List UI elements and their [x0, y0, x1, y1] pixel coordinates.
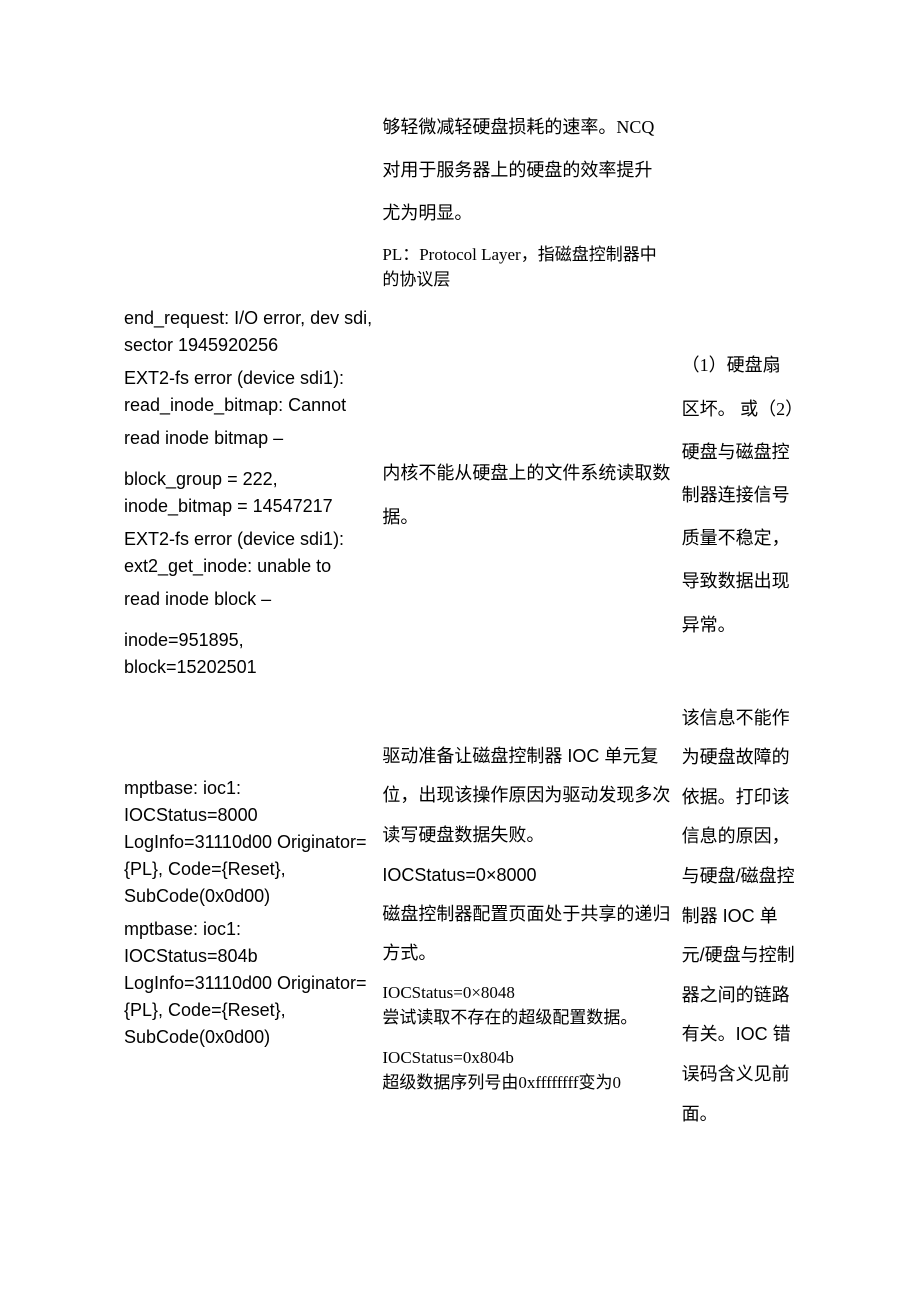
desc-text: 超级数据序列号由0xffffffff变为0 [382, 1070, 673, 1096]
desc-cell: 内核不能从硬盘上的文件系统读取数据。 [378, 299, 677, 693]
desc-text: 内核不能从硬盘上的文件系统读取数据。 [382, 452, 673, 538]
desc-cell: 驱动准备让磁盘控制器 IOC 单元复位，出现该操作原因为驱动发现多次读写硬盘数据… [378, 693, 677, 1141]
table-row: mptbase: ioc1: IOCStatus=8000 LogInfo=31… [120, 693, 800, 1141]
log-line: end_request: I/O error, dev sdi, sector … [124, 305, 374, 359]
desc-text: IOCStatus=0×8048 [382, 980, 673, 1006]
log-line: EXT2-fs error (device sdi1): read_inode_… [124, 365, 374, 419]
log-line: EXT2-fs error (device sdi1): ext2_get_in… [124, 526, 374, 580]
desc-text: 够轻微减轻硬盘损耗的速率。NCQ [382, 106, 673, 149]
desc-text: 尝试读取不存在的超级配置数据。 [382, 1005, 673, 1031]
desc-text: 驱动准备让磁盘控制器 IOC 单元复位，出现该操作原因为驱动发现多次读写硬盘数据… [382, 737, 673, 856]
desc-text: IOCStatus=0x804b [382, 1045, 673, 1071]
cause-cell [678, 100, 800, 299]
cause-cell: （1）硬盘扇区坏。 或（2）硬盘与磁盘控制器连接信号质量不稳定，导致数据出现异常… [678, 299, 800, 693]
log-line: mptbase: ioc1: IOCStatus=8000 LogInfo=31… [124, 775, 374, 910]
log-line: read inode block – [124, 586, 374, 613]
cause-text: （1）硬盘扇区坏。 或（2）硬盘与磁盘控制器连接信号质量不稳定，导致数据出现异常… [682, 344, 796, 646]
log-line: block_group = 222, inode_bitmap = 145472… [124, 466, 374, 520]
desc-text: 对用于服务器上的硬盘的效率提升 [382, 149, 673, 192]
cause-cell: 该信息不能作为硬盘故障的依据。打印该信息的原因，与硬盘/磁盘控制器 IOC 单元… [678, 693, 800, 1141]
desc-text: 尤为明显。 [382, 192, 673, 235]
log-line: mptbase: ioc1: IOCStatus=804b LogInfo=31… [124, 916, 374, 1051]
log-table: 够轻微减轻硬盘损耗的速率。NCQ 对用于服务器上的硬盘的效率提升 尤为明显。 P… [120, 100, 800, 1140]
log-line: inode=951895, block=15202501 [124, 627, 374, 681]
desc-cell: 够轻微减轻硬盘损耗的速率。NCQ 对用于服务器上的硬盘的效率提升 尤为明显。 P… [378, 100, 677, 299]
desc-text: 磁盘控制器配置页面处于共享的递归方式。 [382, 895, 673, 974]
desc-text: IOCStatus=0×8000 [382, 862, 673, 889]
table-row: 够轻微减轻硬盘损耗的速率。NCQ 对用于服务器上的硬盘的效率提升 尤为明显。 P… [120, 100, 800, 299]
cause-text: 该信息不能作为硬盘故障的依据。打印该信息的原因，与硬盘/磁盘控制器 IOC 单元… [682, 699, 796, 1135]
log-cell [120, 100, 378, 299]
log-cell: mptbase: ioc1: IOCStatus=8000 LogInfo=31… [120, 693, 378, 1141]
log-cell: end_request: I/O error, dev sdi, sector … [120, 299, 378, 693]
table-row: end_request: I/O error, dev sdi, sector … [120, 299, 800, 693]
log-line: read inode bitmap – [124, 425, 374, 452]
pl-note: PL：Protocol Layer，指磁盘控制器中的协议层 [382, 242, 673, 293]
